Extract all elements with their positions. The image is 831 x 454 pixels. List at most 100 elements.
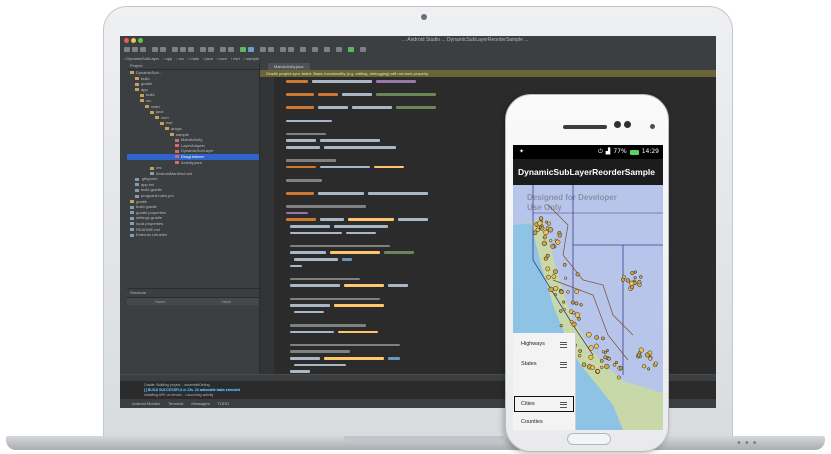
redo-icon[interactable] bbox=[160, 47, 166, 52]
back-icon[interactable] bbox=[220, 47, 226, 52]
file-icon bbox=[135, 194, 139, 198]
city-point bbox=[541, 240, 548, 247]
layer-list: Highways States Cities Counties bbox=[513, 333, 576, 430]
phone-screen: ✦ ⏻ ▟ 77% 14:29 DynamicSubLayerReorderSa… bbox=[513, 145, 663, 430]
structure-column-value[interactable]: Value bbox=[221, 298, 231, 305]
tab-messages[interactable]: Messages bbox=[191, 401, 209, 406]
city-point bbox=[538, 225, 543, 229]
folder-icon bbox=[155, 116, 159, 120]
city-point bbox=[599, 359, 604, 363]
city-point bbox=[554, 293, 557, 297]
breadcrumb-item[interactable]: sample bbox=[244, 56, 259, 61]
android-status-bar: ✦ ⏻ ▟ 77% 14:29 bbox=[513, 145, 663, 159]
tab-android-monitor[interactable]: Android Monitor bbox=[132, 401, 160, 406]
tree-item-label: app bbox=[141, 86, 148, 92]
breadcrumb-item[interactable]: DynamicSubLayer bbox=[124, 56, 159, 61]
city-point bbox=[620, 277, 626, 282]
city-point bbox=[642, 364, 647, 369]
folder-icon bbox=[160, 121, 164, 125]
home-button[interactable] bbox=[567, 433, 611, 445]
folder-icon bbox=[140, 93, 144, 97]
drag-handle-icon[interactable] bbox=[560, 362, 567, 368]
tree-item-label: com bbox=[161, 114, 169, 120]
city-point bbox=[588, 345, 594, 351]
layer-item-states[interactable]: States bbox=[513, 355, 575, 373]
copy-icon[interactable] bbox=[180, 47, 186, 52]
city-point bbox=[555, 239, 561, 245]
cut-icon[interactable] bbox=[172, 47, 178, 52]
apply-changes-icon[interactable] bbox=[348, 47, 354, 52]
paste-icon[interactable] bbox=[188, 47, 194, 52]
project-panel-title[interactable]: Project bbox=[127, 62, 259, 70]
folder-icon bbox=[145, 105, 149, 108]
question-icon[interactable] bbox=[360, 47, 366, 52]
gradle-warning-bar[interactable]: Gradle project sync failed. Basic functi… bbox=[260, 70, 716, 77]
run-icon[interactable] bbox=[240, 47, 246, 52]
breadcrumb-item[interactable]: src bbox=[176, 56, 184, 61]
map-view[interactable]: Designed for Developer Use Only Highways… bbox=[513, 185, 663, 430]
structure-icon[interactable] bbox=[312, 47, 318, 52]
open-icon[interactable] bbox=[124, 47, 130, 52]
breadcrumb-item[interactable]: esri bbox=[231, 56, 239, 61]
gradle-icon[interactable] bbox=[300, 47, 306, 52]
city-point bbox=[588, 354, 594, 360]
find-icon[interactable] bbox=[200, 47, 206, 52]
tree-item-label: AndroidManifest.xml bbox=[156, 170, 193, 176]
undo-icon[interactable] bbox=[152, 47, 158, 52]
help-icon[interactable] bbox=[288, 47, 294, 52]
monitor-icon[interactable] bbox=[280, 47, 286, 52]
city-point bbox=[543, 229, 549, 236]
city-point bbox=[614, 360, 619, 365]
layer-item-highways[interactable]: Highways bbox=[513, 335, 575, 353]
replace-icon[interactable] bbox=[208, 47, 214, 52]
editor-tab[interactable]: MainActivity.java bbox=[268, 63, 310, 70]
minimize-window-button[interactable] bbox=[131, 38, 136, 43]
layer-label: Highways bbox=[521, 341, 545, 347]
tree-item[interactable]: External Libraries bbox=[127, 232, 259, 238]
layer-item-empty[interactable] bbox=[513, 375, 575, 393]
city-point bbox=[590, 365, 595, 370]
breadcrumb-item[interactable]: java bbox=[203, 56, 213, 61]
file-icon bbox=[175, 160, 179, 164]
file-icon bbox=[135, 183, 139, 187]
structure-panel-title[interactable]: Structure bbox=[127, 289, 259, 298]
file-icon bbox=[130, 222, 134, 226]
tab-terminal[interactable]: Terminal bbox=[168, 401, 183, 406]
city-point bbox=[546, 221, 551, 226]
tree-item-label: local.properties bbox=[136, 221, 164, 227]
folder-icon bbox=[150, 166, 154, 170]
sdk-manager-icon[interactable] bbox=[268, 47, 274, 52]
layer-item-cities[interactable]: Cities bbox=[513, 395, 575, 413]
forward-icon[interactable] bbox=[228, 47, 234, 52]
city-point bbox=[562, 300, 566, 304]
city-point bbox=[559, 324, 563, 328]
folder-icon bbox=[130, 71, 134, 75]
close-window-button[interactable] bbox=[124, 38, 129, 43]
structure-column-name[interactable]: Name bbox=[155, 298, 166, 305]
city-point bbox=[579, 303, 583, 307]
maximize-window-button[interactable] bbox=[138, 38, 143, 43]
city-point bbox=[638, 355, 642, 359]
layer-label: Counties bbox=[521, 419, 543, 425]
tree-item-label: main bbox=[151, 103, 160, 109]
drag-handle-icon[interactable] bbox=[560, 342, 567, 348]
save-icon[interactable] bbox=[132, 47, 138, 52]
terminal-icon[interactable] bbox=[336, 47, 342, 52]
city-point bbox=[577, 353, 582, 358]
breadcrumb-item[interactable]: com bbox=[217, 56, 227, 61]
sync-icon[interactable] bbox=[140, 47, 146, 52]
city-point bbox=[644, 352, 650, 358]
settings-icon[interactable] bbox=[324, 47, 330, 52]
tab-todo[interactable]: TODO bbox=[218, 401, 229, 406]
breadcrumb-item[interactable]: app bbox=[163, 56, 173, 61]
tree-item-label: MainActivity bbox=[181, 137, 203, 143]
avd-manager-icon[interactable] bbox=[260, 47, 266, 52]
layer-item-counties[interactable]: Counties bbox=[513, 413, 575, 430]
tree-item-label: src bbox=[146, 97, 152, 103]
tree-item-label: External Libraries bbox=[136, 232, 168, 238]
breadcrumb-item[interactable]: main bbox=[188, 56, 199, 61]
drag-handle-icon[interactable] bbox=[560, 402, 567, 408]
debug-icon[interactable] bbox=[248, 47, 254, 52]
city-point bbox=[653, 361, 658, 366]
proximity-sensor-icon bbox=[624, 121, 631, 128]
